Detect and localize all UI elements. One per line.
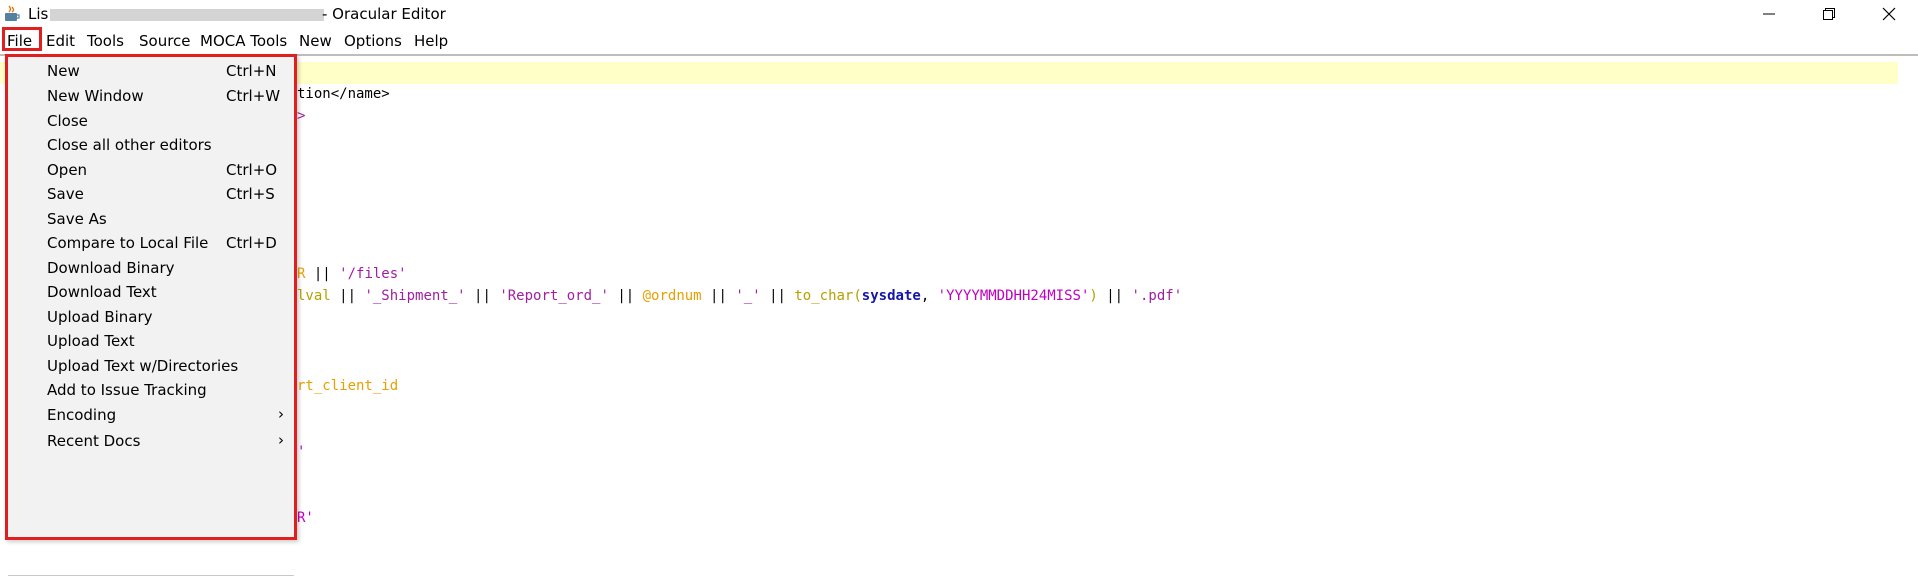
code-token: to_char( <box>794 288 862 304</box>
code-line: R' <box>297 510 314 526</box>
code-token: > <box>297 108 306 124</box>
code-token: || <box>1097 288 1132 304</box>
minimize-button[interactable] <box>1746 0 1792 28</box>
menu-item-label: Compare to Local File <box>47 234 209 252</box>
code-token: '.pdf' <box>1131 288 1183 304</box>
code-token: tion</name> <box>297 86 390 102</box>
code-token: ) <box>1089 288 1098 304</box>
menu-bar: File Edit Tools Source MOCA Tools New Op… <box>0 28 1918 56</box>
file-dropdown-menu: New Ctrl+N New Window Ctrl+W Close Close all … <box>5 54 297 576</box>
menu-help[interactable]: Help <box>414 32 448 50</box>
code-token: '_Shipment_' <box>364 288 466 304</box>
menu-item-label: Upload Text <box>47 332 135 350</box>
code-token: || <box>330 288 365 304</box>
code-token: || <box>465 288 500 304</box>
window-title-suffix: - Oracular Editor <box>322 5 446 23</box>
code-token: '/files' <box>339 266 407 282</box>
menu-new[interactable]: New <box>299 32 332 50</box>
code-line: > <box>297 108 305 124</box>
redacted-title-segment <box>50 9 324 21</box>
code-token: lval <box>297 288 331 304</box>
file-menu-item-recent-docs[interactable]: Recent Docs › <box>8 427 294 457</box>
menu-item-label: Encoding <box>47 406 117 424</box>
code-token: @ordnum <box>642 288 702 304</box>
file-menu-highlight-box <box>2 27 42 51</box>
code-token: 'YYYYMMDDHH24MISS' <box>937 288 1090 304</box>
code-line: ' <box>297 444 305 460</box>
code-token: sysdate <box>861 288 921 304</box>
menu-item-label: Open <box>47 161 88 179</box>
menu-tools[interactable]: Tools <box>87 32 124 50</box>
title-bar: Lis - Oracular Editor <box>0 0 1918 28</box>
code-token: ' <box>297 444 306 460</box>
restore-icon <box>1823 8 1835 20</box>
code-line: tion</name> <box>297 86 390 102</box>
code-token: || <box>305 266 340 282</box>
menu-source[interactable]: Source <box>139 32 191 50</box>
code-line: lval || '_Shipment_' || 'Report_ord_' ||… <box>297 288 1182 304</box>
menu-item-shortcut: Ctrl+D <box>226 234 277 252</box>
menu-item-label: Download Text <box>47 283 157 301</box>
menu-options[interactable]: Options <box>344 32 402 50</box>
submenu-arrow-icon: › <box>278 405 284 423</box>
code-token: rt_client_id <box>297 378 399 394</box>
menu-edit[interactable]: Edit <box>46 32 75 50</box>
code-token: R' <box>297 510 314 526</box>
menu-item-label: Upload Text w/Directories <box>47 357 239 375</box>
code-token: || <box>701 288 736 304</box>
minimize-icon <box>1763 13 1775 15</box>
menu-item-label: Upload Binary <box>47 308 153 326</box>
menu-item-shortcut: Ctrl+S <box>226 185 275 203</box>
menu-item-label: Save As <box>47 210 107 228</box>
menu-moca-tools[interactable]: MOCA Tools <box>200 32 287 50</box>
menu-item-label: Close <box>47 112 88 130</box>
code-line: rt_client_id <box>297 378 398 394</box>
code-line: R || '/files' <box>297 266 407 282</box>
code-token: 'Report_ord_' <box>499 288 609 304</box>
menu-item-label: New <box>47 62 80 80</box>
submenu-arrow-icon: › <box>278 431 284 449</box>
window-title-prefix: Lis <box>28 5 49 23</box>
menu-item-label: Recent Docs <box>47 432 141 450</box>
menu-item-shortcut: Ctrl+O <box>226 161 278 179</box>
close-window-button[interactable] <box>1866 0 1912 28</box>
code-token: || <box>760 288 795 304</box>
code-token: , <box>920 288 938 304</box>
restore-button[interactable] <box>1806 0 1852 28</box>
code-token: || <box>608 288 643 304</box>
menu-item-label: Download Binary <box>47 259 175 277</box>
menu-item-shortcut: Ctrl+N <box>226 62 277 80</box>
menu-item-label: Add to Issue Tracking <box>47 381 207 399</box>
code-token: '_' <box>735 288 761 304</box>
menu-item-shortcut: Ctrl+W <box>226 87 281 105</box>
close-icon <box>1882 7 1896 21</box>
vertical-scrollbar[interactable] <box>1898 56 1918 542</box>
menu-item-label: Close all other editors <box>47 136 212 154</box>
menu-item-label: New Window <box>47 87 144 105</box>
menu-item-label: Save <box>47 185 84 203</box>
java-app-icon[interactable] <box>4 5 20 22</box>
